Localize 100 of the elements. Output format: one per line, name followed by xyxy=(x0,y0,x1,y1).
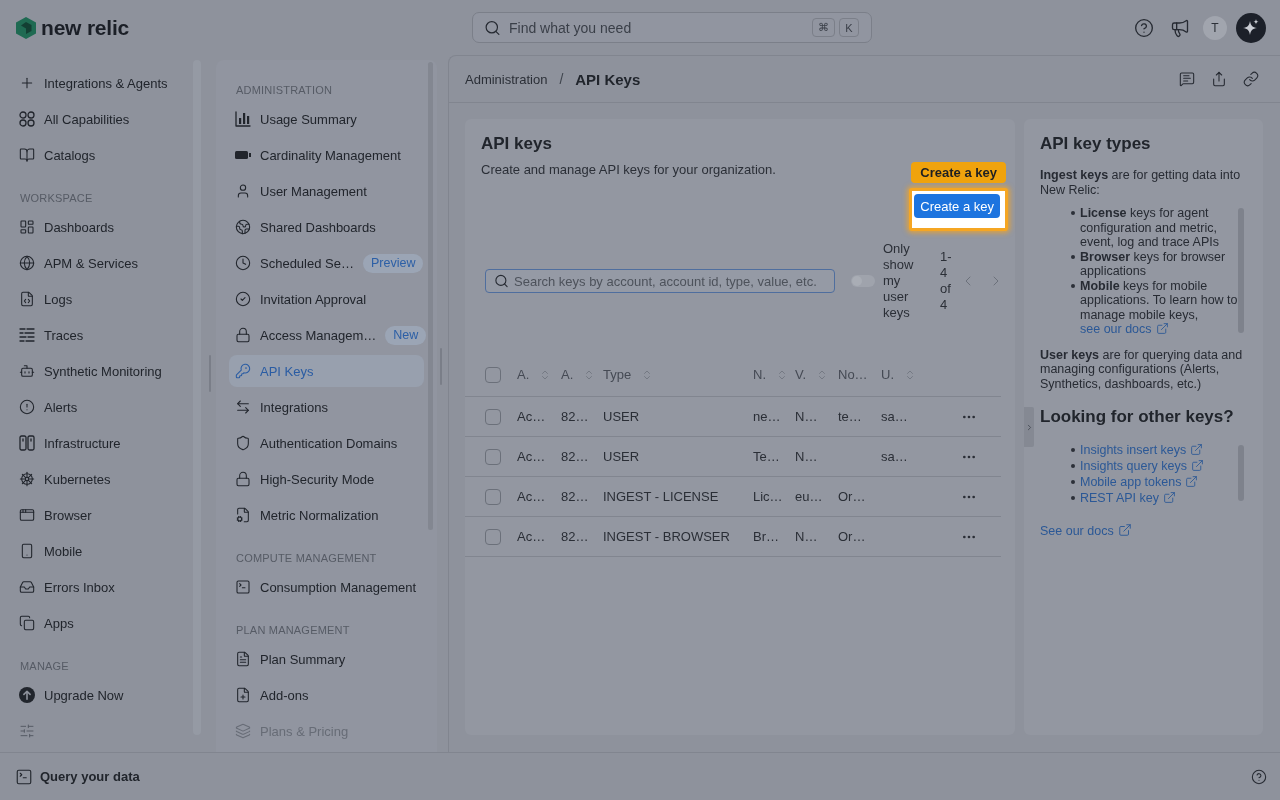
table-cell: 82… xyxy=(561,529,589,544)
nav-item[interactable]: Consumption Management xyxy=(229,571,424,603)
table-cell: Ac… xyxy=(517,449,546,464)
table-cell: Ac… xyxy=(517,489,546,504)
checkbox[interactable] xyxy=(485,408,501,425)
nav-item[interactable]: Usage Summary xyxy=(229,103,424,135)
nav-item[interactable]: Add-ons xyxy=(229,679,424,711)
layers-icon xyxy=(235,723,251,739)
nav-item[interactable]: Logs xyxy=(19,289,73,309)
table-cell: N… xyxy=(795,409,818,424)
nav-item[interactable]: Plan Summary xyxy=(229,643,424,675)
table-cell: Te… xyxy=(753,449,780,464)
checkbox[interactable] xyxy=(485,488,501,505)
megaphone-icon[interactable] xyxy=(1170,17,1190,38)
nav-item[interactable]: Alerts xyxy=(19,397,78,417)
nav-item[interactable]: Integrations xyxy=(229,391,424,423)
bullet-icon xyxy=(1071,448,1075,452)
nav-item[interactable]: All Capabilities xyxy=(19,109,130,129)
plus-icon xyxy=(19,75,35,91)
column-header[interactable]: A. xyxy=(561,367,596,382)
column-header[interactable]: Type xyxy=(603,367,654,382)
section-title: Looking for other keys? xyxy=(1040,406,1235,428)
breadcrumb-link[interactable]: Administration xyxy=(465,71,548,87)
nav-item[interactable]: Invitation Approval xyxy=(229,283,424,315)
nav-item[interactable]: API Keys xyxy=(229,355,424,387)
nav-item[interactable]: Synthetic Monitoring xyxy=(19,361,162,381)
nav-item[interactable]: Dashboards xyxy=(19,217,115,237)
link-icon[interactable] xyxy=(1243,71,1259,87)
list-item-text: Mobile keys for mobile applications. To learn how to manage mobile keys, see our docs xyxy=(1080,278,1238,337)
stacked-squares-icon xyxy=(19,615,35,631)
column-header[interactable]: No… xyxy=(838,367,868,382)
table-cell: INGEST - LICENSE xyxy=(603,489,719,504)
arrows-icon xyxy=(235,399,251,415)
column-header[interactable]: V. xyxy=(795,367,829,382)
table-cell: USER xyxy=(603,449,640,464)
brand-name: new relic xyxy=(41,15,130,40)
checkbox[interactable] xyxy=(485,366,501,383)
search-icon xyxy=(484,19,501,36)
breadcrumb-separator: / xyxy=(559,71,564,87)
nav-item[interactable]: Catalogs xyxy=(19,145,96,165)
share-icon[interactable] xyxy=(1211,71,1227,87)
section-heading: MANAGE xyxy=(20,659,69,673)
help-icon[interactable] xyxy=(1134,17,1154,38)
column-header[interactable]: N. xyxy=(753,367,788,382)
inbox-icon xyxy=(19,579,35,595)
nav-item[interactable]: Apps xyxy=(19,613,74,633)
globe-icon xyxy=(235,219,251,235)
avatar[interactable]: T xyxy=(1203,15,1227,40)
nav-item[interactable]: Infrastructure xyxy=(19,433,121,453)
nav-item[interactable]: User Management xyxy=(229,175,424,207)
table-cell: USER xyxy=(603,409,640,424)
search-field[interactable]: Search keys by account, account id, type, value, etc. xyxy=(485,269,835,293)
query-data-button[interactable]: Query your data xyxy=(15,767,140,786)
wheel-icon xyxy=(19,471,35,487)
nav-item[interactable]: High-Security Mode xyxy=(229,463,424,495)
nav-item[interactable]: Integrations & Agents xyxy=(19,73,168,93)
section-heading: PLAN MANAGEMENT xyxy=(236,623,350,637)
paragraph: User keys are for querying data and managing configurations (Alerts, Synthetics, dashboards, etc.) xyxy=(1040,347,1244,391)
pagination-text: 1-4 of 4 xyxy=(940,249,953,313)
status-badge: New xyxy=(385,325,427,345)
bullet-icon xyxy=(1071,283,1075,288)
check-circle-icon xyxy=(235,291,251,307)
lock-icon xyxy=(235,327,251,343)
help-icon[interactable] xyxy=(1251,768,1267,785)
panel-description: Create and manage API keys for your organization. xyxy=(481,162,776,177)
four-circles-icon xyxy=(19,111,35,127)
table-cell: N… xyxy=(795,449,818,464)
nav-item[interactable]: Access Managem… New xyxy=(229,319,424,351)
create-key-button[interactable]: Create a key xyxy=(914,194,1000,218)
collapse-handle[interactable] xyxy=(1024,407,1034,447)
sort-icon xyxy=(776,368,788,381)
external-link-icon xyxy=(1117,522,1132,537)
nav-item[interactable]: Mobile xyxy=(19,541,83,561)
checkbox[interactable] xyxy=(485,528,501,545)
sliders-icon[interactable] xyxy=(19,723,35,739)
nav-item[interactable]: Browser xyxy=(19,505,92,525)
section-heading: COMPUTE MANAGEMENT xyxy=(236,551,377,565)
sparkle-icon[interactable] xyxy=(1236,12,1266,43)
table-cell: N… xyxy=(795,529,818,544)
checkbox[interactable] xyxy=(485,448,501,465)
nav-item[interactable]: Scheduled Se… Preview xyxy=(229,247,424,279)
nav-item[interactable]: APM & Services xyxy=(19,253,138,273)
nav-item[interactable]: Shared Dashboards xyxy=(229,211,424,243)
nav-item[interactable]: Metric Normalization xyxy=(229,499,424,531)
nav-item[interactable]: Authentication Domains xyxy=(229,427,424,459)
sort-icon xyxy=(904,368,916,381)
nav-item[interactable]: Kubernetes xyxy=(19,469,111,489)
lines-icon xyxy=(19,327,35,343)
bar-chart-icon xyxy=(235,111,251,127)
nav-item[interactable]: Traces xyxy=(19,325,84,345)
comment-icon[interactable] xyxy=(1179,71,1195,87)
dashboard-icon xyxy=(19,219,35,235)
nav-item[interactable]: Upgrade Now xyxy=(19,685,124,705)
server-racks-icon xyxy=(19,435,35,451)
nav-item[interactable]: Errors Inbox xyxy=(19,577,115,597)
column-header[interactable]: A. xyxy=(517,367,552,382)
table-cell: 82… xyxy=(561,409,589,424)
nav-item[interactable]: Cardinality Management xyxy=(229,139,424,171)
column-header[interactable]: U. xyxy=(881,367,916,382)
paragraph: Ingest keys are for getting data into New Relic: xyxy=(1040,168,1242,197)
